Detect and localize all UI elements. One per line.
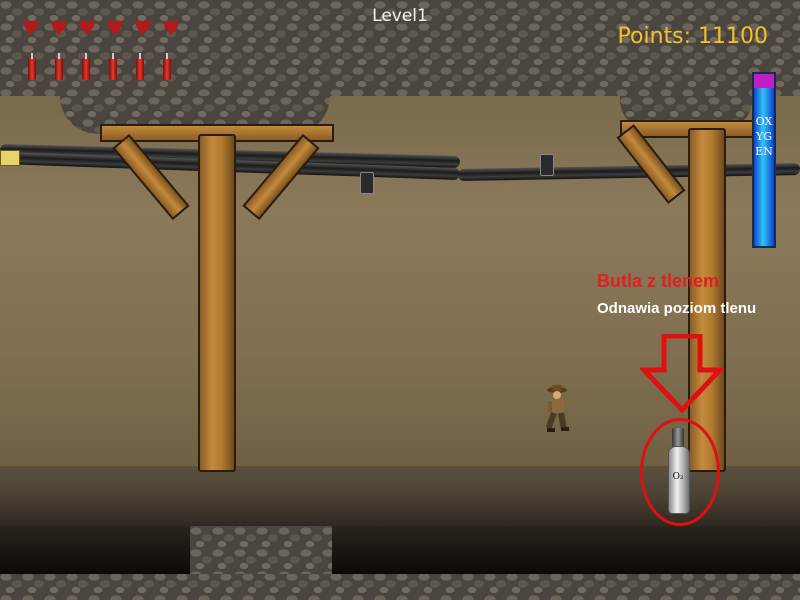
points-counter: Points: 11100 [617, 24, 768, 49]
dynamite-icon [136, 53, 144, 80]
floor-rock-step [190, 526, 332, 574]
dynamite-icon [82, 53, 90, 80]
oxygen-meter: OXYGEN [752, 72, 776, 248]
down-arrow-icon [640, 334, 724, 414]
oxygen-meter-cap [754, 74, 774, 88]
oxygen-tank-valve [672, 428, 684, 448]
wall-lamp [0, 150, 20, 166]
pit-left [0, 526, 190, 574]
cave-bottom-rock [0, 572, 800, 600]
tooltip-title: Butla z tlenem [597, 271, 720, 291]
oxygen-tank-label: O₂ [672, 472, 684, 482]
miner-character [545, 385, 569, 432]
oxygen-meter-label: OXYGEN [755, 115, 773, 158]
level-indicator: Level1 [372, 6, 428, 26]
dynamite-icon [28, 53, 36, 80]
timber-post [198, 134, 236, 472]
dynamite-icon [55, 53, 63, 80]
dynamite-icon [109, 53, 117, 80]
pit-right [332, 526, 800, 574]
cable-clamp [360, 172, 374, 194]
dynamite-icon [163, 53, 171, 80]
cable-clamp [540, 154, 554, 176]
tooltip-subtitle: Odnawia poziom tlenu [597, 300, 757, 317]
